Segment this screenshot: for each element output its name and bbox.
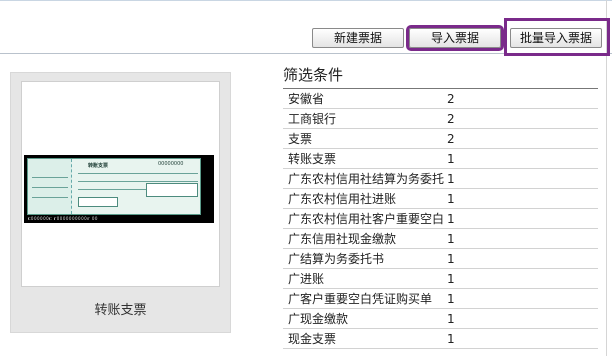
amount-box	[146, 183, 198, 197]
filter-name: 广进账	[288, 272, 325, 286]
filter-title: 筛选条件	[283, 66, 344, 84]
filter-row[interactable]: 支票 2	[283, 129, 598, 149]
cheque-line	[32, 187, 68, 188]
filter-name: 广东农村信用社客户重要空白	[288, 212, 445, 226]
filter-count: 1	[447, 152, 455, 166]
filter-row[interactable]: 广东农村信用社客户重要空白 1	[283, 209, 598, 229]
cheque-number: 00000000	[158, 161, 184, 167]
thumbnail-label: 转账支票	[94, 303, 147, 318]
filter-row[interactable]: 广东农村信用社结算为务委托 1	[283, 169, 598, 189]
filter-row[interactable]: 广客户重要空白凭证购买单 1	[283, 289, 598, 309]
filter-name: 支票	[288, 132, 313, 146]
filter-row[interactable]: 安徽省 2	[283, 89, 598, 109]
cheque-image: 转账支票 00000000 ⑆000000⑆ ⑈0000000000⑈ 00	[24, 155, 214, 223]
filter-count: 1	[447, 312, 455, 326]
app-window: 新建票据 导入票据 批量导入票据 转账支票 00000000 ⑆000000⑆ …	[0, 0, 612, 356]
cheque-body: 转账支票 00000000	[27, 158, 201, 215]
filter-name: 广现金缴款	[288, 312, 349, 326]
filter-row[interactable]: 广东农村信用社进账 1	[283, 189, 598, 209]
filter-count: 1	[447, 232, 455, 246]
filter-row[interactable]: 转账支票 1	[283, 149, 598, 169]
filter-name: 广东信用社现金缴款	[288, 232, 397, 246]
filter-count: 1	[447, 272, 455, 286]
filter-count: 2	[447, 132, 455, 146]
filter-count: 1	[447, 212, 455, 226]
top-border	[0, 0, 612, 1]
filter-count: 1	[447, 172, 455, 186]
new-bill-button[interactable]: 新建票据	[312, 28, 404, 48]
filter-count: 1	[447, 332, 455, 346]
cheque-line	[32, 197, 68, 198]
filter-row[interactable]: 广进账 1	[283, 269, 598, 289]
filter-row[interactable]: 工商银行 2	[283, 109, 598, 129]
filter-count: 2	[447, 92, 455, 106]
filter-name: 转账支票	[288, 152, 337, 166]
filter-name: 工商银行	[288, 112, 337, 126]
filter-count: 2	[447, 112, 455, 126]
filter-name: 安徽省	[288, 92, 325, 106]
filter-name: 广东农村信用社进账	[288, 192, 397, 206]
filter-name: 广结算为务委托书	[288, 252, 385, 266]
cheque-edge	[202, 155, 214, 223]
cheque-line	[78, 181, 198, 182]
purpose-box	[78, 197, 118, 207]
filter-row[interactable]: 广结算为务委托书 1	[283, 249, 598, 269]
filter-name: 广东农村信用社结算为务委托	[288, 172, 445, 186]
filter-row[interactable]: 广现金缴款 1	[283, 309, 598, 329]
filter-count: 1	[447, 252, 455, 266]
cheque-title: 转账支票	[88, 163, 109, 169]
cheque-micr-line: ⑆000000⑆ ⑈0000000000⑈ 00	[28, 216, 98, 221]
bill-thumbnail[interactable]: 转账支票 00000000 ⑆000000⑆ ⑈0000000000⑈ 00	[21, 81, 220, 287]
cheque-line	[32, 177, 68, 178]
bill-preview-panel: 转账支票 00000000 ⑆000000⑆ ⑈0000000000⑈ 00 转…	[10, 72, 231, 333]
batch-import-button[interactable]: 批量导入票据	[510, 28, 602, 48]
filter-name: 广客户重要空白凭证购买单	[288, 292, 433, 306]
cheque-line	[78, 173, 198, 174]
filter-list: 安徽省 2 工商银行 2 支票 2 转账支票 1 广东农村信用社结算为务委托 1 广东农村…	[283, 88, 598, 349]
filter-count: 1	[447, 292, 455, 306]
filter-row[interactable]: 广东信用社现金缴款 1	[283, 229, 598, 249]
filter-count: 1	[447, 192, 455, 206]
filter-name: 现金支票	[288, 332, 337, 346]
import-bill-button[interactable]: 导入票据	[406, 25, 504, 51]
filter-row[interactable]: 现金支票 1	[283, 329, 598, 349]
